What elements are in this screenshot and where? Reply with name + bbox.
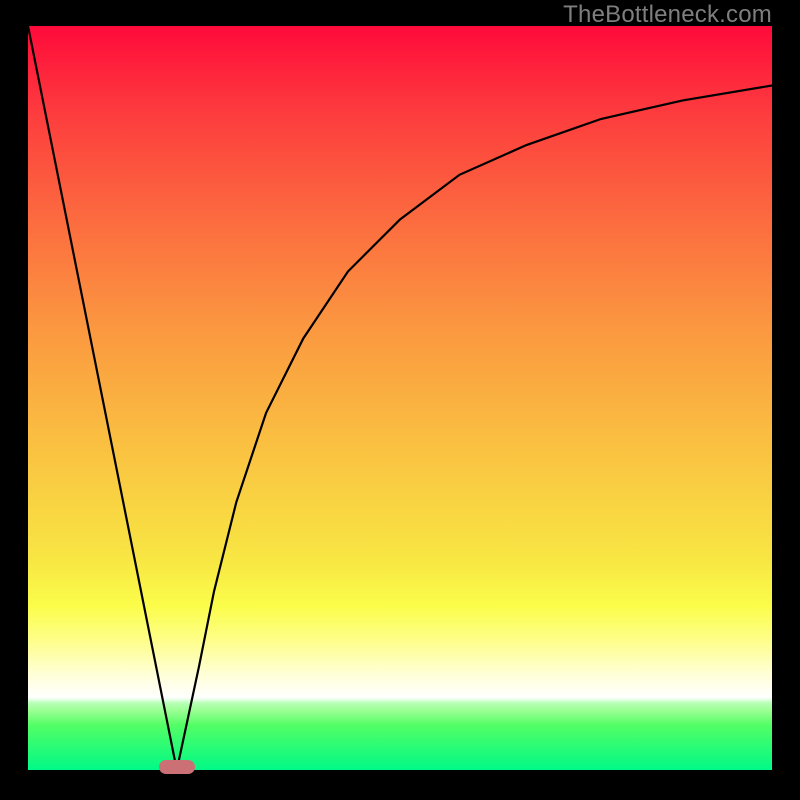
minimum-marker (159, 760, 195, 774)
bottleneck-curve (28, 26, 772, 770)
curve-path (28, 26, 772, 770)
watermark-text: TheBottleneck.com (563, 1, 772, 29)
chart-frame: TheBottleneck.com (0, 0, 800, 800)
plot-area (28, 26, 772, 770)
